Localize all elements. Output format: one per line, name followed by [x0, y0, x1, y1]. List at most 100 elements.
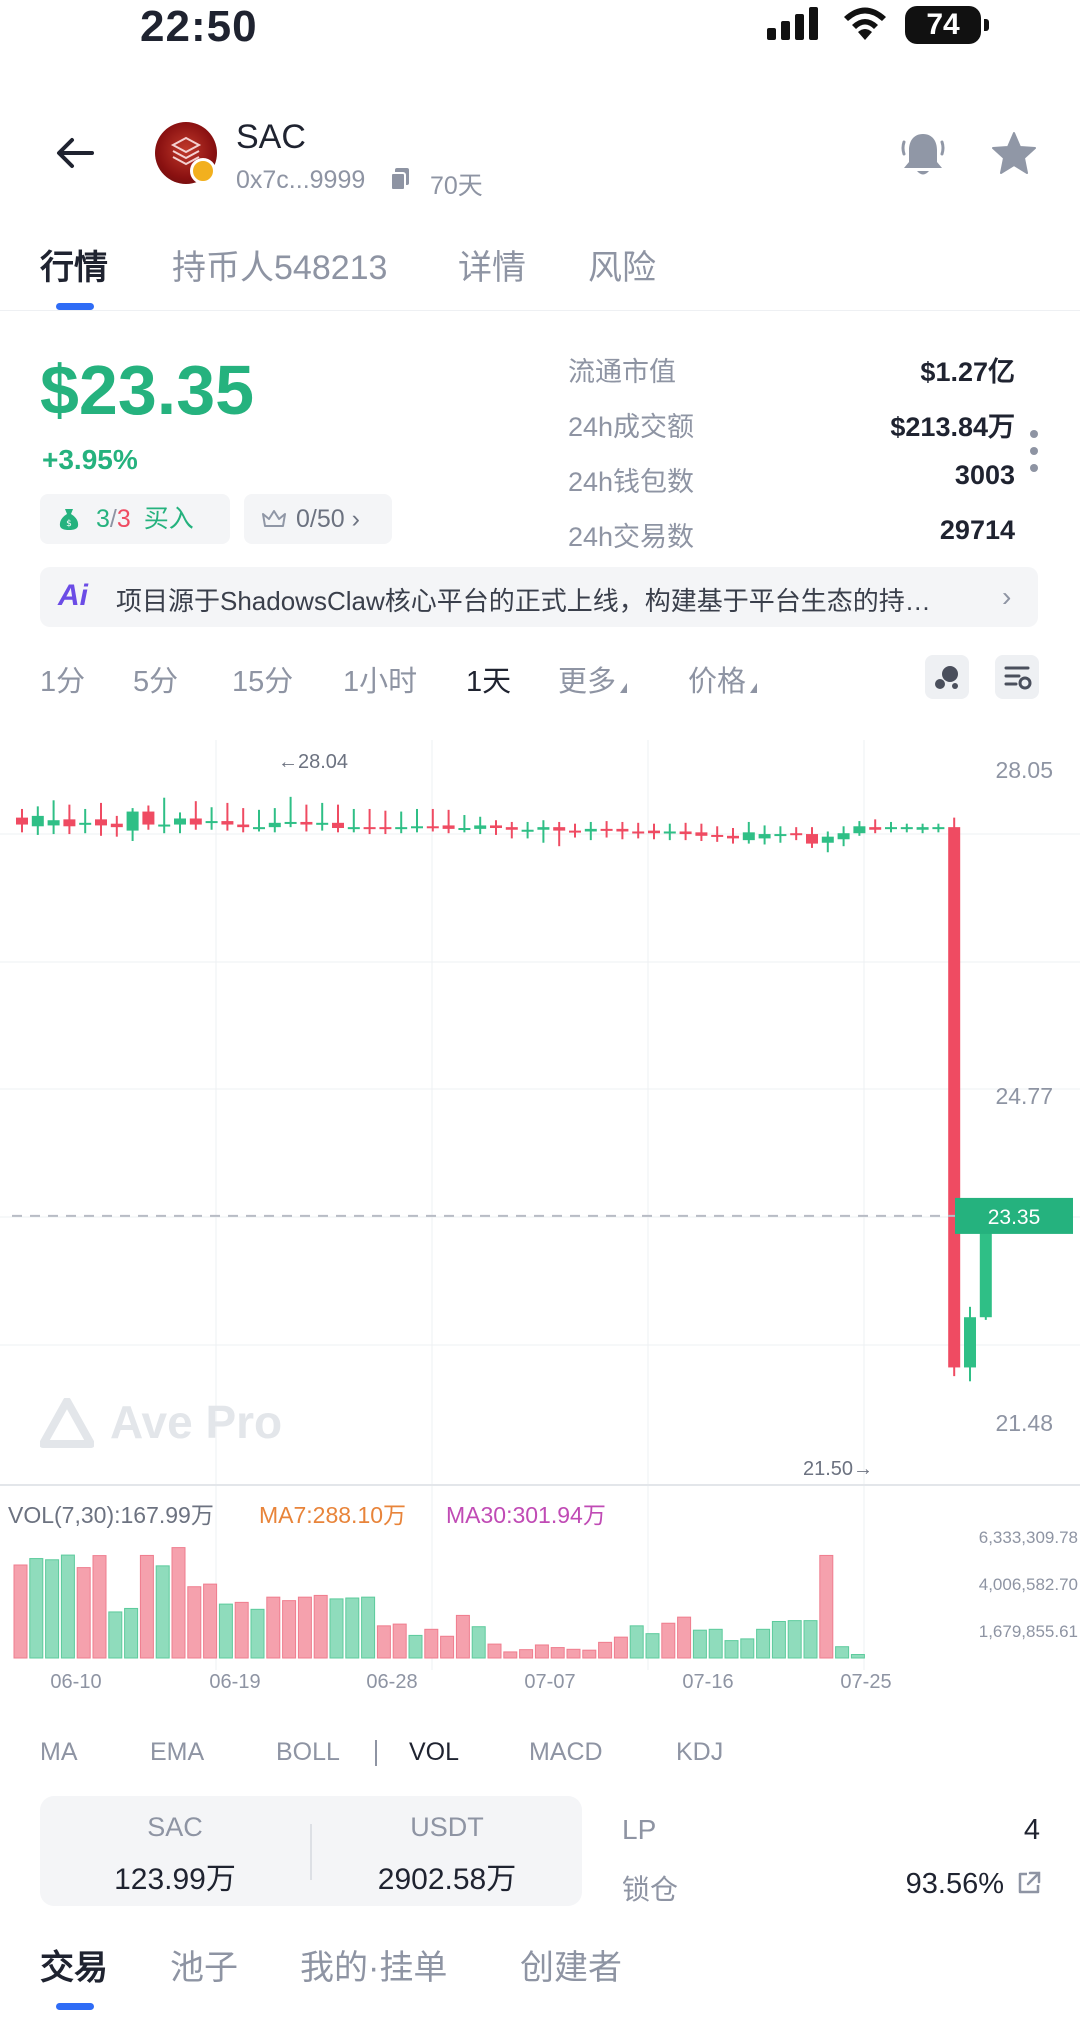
volume-bar [250, 1608, 265, 1659]
candle [47, 820, 60, 826]
battery-indicator: 74 [905, 6, 989, 44]
tab-creator[interactable]: 创建者 [520, 1940, 622, 1989]
dropdown-triangle-icon [620, 683, 628, 693]
volume-bar [424, 1628, 439, 1659]
top-holders-value: 0/50 [296, 505, 345, 533]
volume-bar [408, 1634, 423, 1659]
copy-icon[interactable] [388, 166, 412, 192]
candle [553, 827, 566, 831]
volume-bar [234, 1601, 249, 1659]
top-holders-chip[interactable]: 0/50 › [244, 494, 392, 544]
timeframe-15m[interactable]: 15分 [232, 658, 293, 700]
candle [442, 825, 455, 829]
timeframe-1m[interactable]: 1分 [40, 658, 85, 700]
candle [110, 823, 123, 828]
volume-bar [629, 1625, 644, 1659]
indicator-ma[interactable]: MA [40, 1738, 78, 1767]
indicator-macd[interactable]: MACD [529, 1738, 603, 1767]
stat-label: 24h成交额 [568, 412, 695, 442]
candle [727, 835, 739, 839]
buy-count: 3 [96, 505, 110, 533]
pool-token-value: 123.99万 [114, 1863, 236, 1896]
volume-bar [282, 1600, 297, 1659]
candle [490, 825, 502, 829]
watermark: Ave Pro [110, 1396, 283, 1448]
bubble-chart-icon [935, 666, 958, 689]
volume-bar [297, 1596, 312, 1659]
chevron-right-icon: › [1002, 581, 1012, 612]
bell-alert-icon[interactable] [896, 128, 950, 182]
tab-pool[interactable]: 池子 [170, 1940, 238, 1989]
date-axis-label: 07-16 [682, 1671, 733, 1690]
tab-trade[interactable]: 交易 [40, 1940, 108, 1989]
chart-style-button[interactable] [925, 655, 969, 699]
token-address: 0x7c...9999 [236, 166, 366, 194]
tab-risk[interactable]: 风险 [588, 240, 656, 289]
volume-bar [850, 1654, 865, 1659]
wifi-icon [844, 7, 886, 40]
candle [853, 826, 866, 834]
favorite-star-icon[interactable] [987, 128, 1041, 182]
volume-bar [645, 1633, 660, 1659]
price-chart[interactable]: 23.35 28.05 24.77 21.48 ←28.04 21.50→ VO… [0, 740, 1080, 1690]
external-link-icon[interactable] [1016, 1870, 1042, 1896]
date-axis-label: 06-10 [50, 1671, 101, 1690]
tab-market[interactable]: 行情 [40, 240, 108, 289]
tab-holders[interactable]: 持币人548213 [172, 240, 387, 289]
timeframe-more[interactable]: 更多 [558, 658, 628, 700]
chart-settings-icon [1004, 666, 1032, 690]
indicator-ema[interactable]: EMA [150, 1738, 204, 1767]
indicator-kdj[interactable]: KDJ [676, 1738, 723, 1767]
candle [632, 831, 645, 834]
volume-bar [203, 1583, 218, 1659]
volume-bar [835, 1646, 850, 1659]
volume-bar [45, 1559, 60, 1659]
chart-settings-button[interactable] [995, 655, 1039, 699]
indicator-vol[interactable]: VOL [409, 1738, 459, 1767]
dropdown-triangle-icon [750, 683, 758, 693]
timeframe-5m[interactable]: 5分 [133, 658, 178, 700]
candle [648, 830, 660, 834]
top-crown-icon [262, 510, 286, 527]
candle [916, 827, 929, 830]
tab-my-orders[interactable]: 我的·挂单 [300, 1940, 447, 1989]
buy-label: 买入 [143, 505, 194, 533]
volume-bar [724, 1640, 739, 1659]
volume-bar [313, 1594, 328, 1659]
candle [379, 827, 392, 830]
volume-bar [455, 1614, 470, 1659]
buy-total: 3 [116, 505, 131, 533]
volume-bar [218, 1603, 233, 1659]
more-options-icon[interactable] [1029, 428, 1039, 474]
timeframe-1d[interactable]: 1天 [466, 658, 511, 700]
volume-bars-group [13, 1547, 865, 1659]
divider [0, 310, 1080, 311]
volume-bar [708, 1628, 723, 1659]
candle [806, 834, 818, 844]
timeframe-1h[interactable]: 1小时 [343, 658, 417, 700]
volume-bar [503, 1651, 518, 1659]
volume-bar [582, 1649, 597, 1659]
volume-bar [376, 1625, 391, 1659]
buy-signal-chip[interactable]: $ 3/3 买入 [40, 494, 230, 544]
stat-value: $213.84万 [890, 412, 1015, 442]
price-change: +3.95% [42, 444, 138, 475]
date-axis-label: 07-07 [524, 1671, 575, 1690]
candle [16, 817, 28, 825]
lock-value: 93.56% [905, 1868, 1004, 1900]
volume-bar [661, 1622, 676, 1659]
candle [711, 834, 724, 837]
volume-bar [345, 1597, 360, 1659]
candle [79, 822, 92, 825]
candle [189, 818, 202, 825]
candle [505, 827, 518, 830]
indicator-boll[interactable]: BOLL [276, 1738, 340, 1767]
status-time: 22:50 [140, 2, 258, 51]
date-axis-label: 06-19 [209, 1671, 260, 1690]
price-mode-select[interactable]: 价格 [688, 658, 758, 700]
candle [774, 834, 787, 837]
tab-details[interactable]: 详情 [458, 240, 526, 289]
ai-summary-banner[interactable]: Ai 项目源于ShadowsClaw核心平台的正式上线，构建基于平台生态的持… … [40, 567, 1038, 627]
back-arrow-icon[interactable] [50, 128, 100, 178]
volume-bar [108, 1611, 123, 1659]
